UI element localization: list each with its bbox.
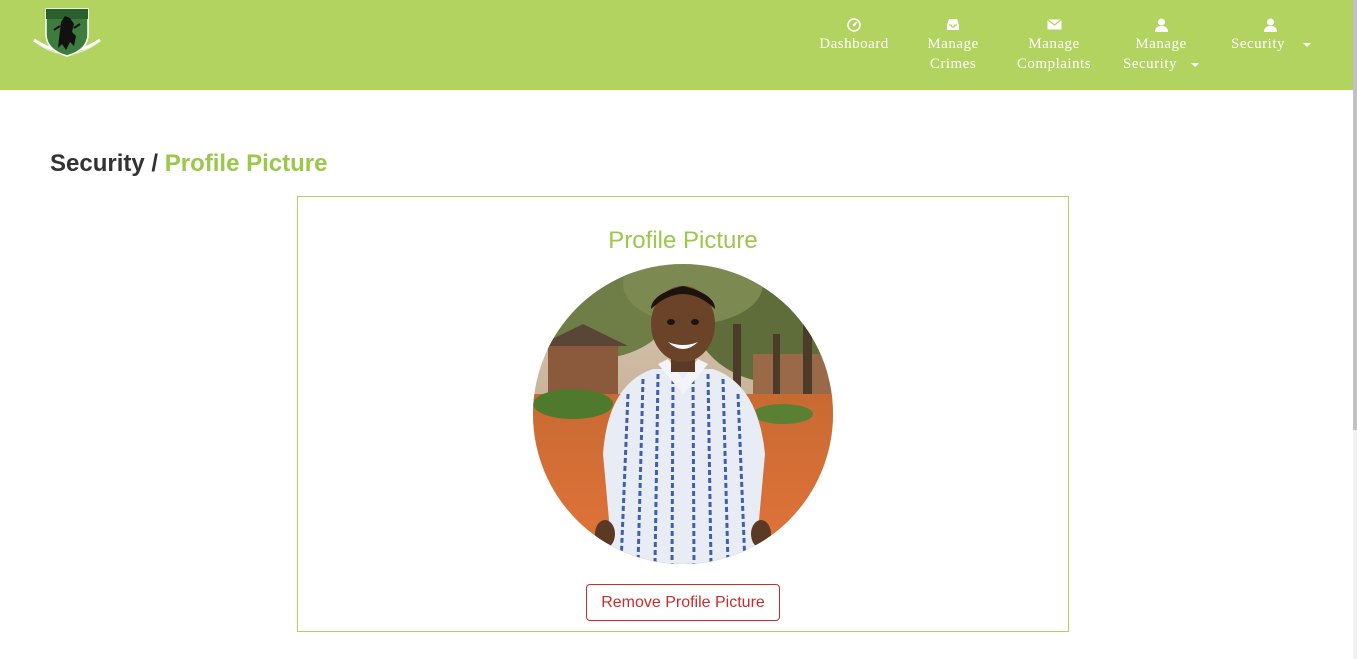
breadcrumb-separator: / (144, 150, 165, 177)
breadcrumb-parent[interactable]: Security (50, 150, 145, 177)
nav-manage-security-line2: Security (1123, 56, 1177, 72)
profile-avatar (533, 264, 833, 564)
top-navbar: Dashboard Manage Crimes Manage Complaint… (0, 0, 1357, 90)
nav-dashboard-label: Dashboard (819, 36, 889, 52)
remove-profile-picture-button[interactable]: Remove Profile Picture (586, 584, 780, 621)
chevron-down-icon (1191, 62, 1199, 67)
nav-manage-security-line1: Manage (1135, 36, 1187, 52)
nav-manage-complaints-line2: Complaints (1016, 56, 1092, 72)
nav-security-account-label: Security (1231, 36, 1285, 52)
nav-security-account[interactable]: Security (1226, 14, 1316, 54)
chevron-down-icon (1303, 42, 1311, 47)
nav-manage-complaints-line1: Manage (1028, 36, 1080, 52)
card-title: Profile Picture (608, 227, 758, 254)
user-icon (1226, 14, 1316, 34)
nav-manage-security-line2-wrap: Security (1116, 54, 1206, 74)
envelope-icon (1010, 14, 1098, 34)
nav-manage-crimes-line1: Manage (927, 36, 979, 52)
breadcrumb-current: Profile Picture (164, 150, 328, 177)
page-scrollbar[interactable] (1353, 0, 1357, 659)
dashboard-icon (814, 14, 894, 34)
scrollbar-thumb[interactable] (1353, 0, 1357, 430)
breadcrumb: Security / Profile Picture (50, 150, 327, 178)
profile-picture-card: Profile Picture Remove Profile Picture (297, 196, 1069, 632)
nav-manage-complaints[interactable]: Manage Complaints (1010, 14, 1098, 74)
university-crest-logo[interactable] (30, 6, 104, 60)
nav-security-account-wrap: Security (1231, 36, 1311, 52)
inbox-icon (918, 14, 988, 34)
nav-manage-security[interactable]: Manage Security (1116, 14, 1206, 74)
nav-dashboard[interactable]: Dashboard (814, 14, 894, 54)
nav-manage-crimes[interactable]: Manage Crimes (918, 14, 988, 74)
user-icon (1116, 14, 1206, 34)
nav-manage-crimes-line2: Crimes (929, 56, 977, 72)
